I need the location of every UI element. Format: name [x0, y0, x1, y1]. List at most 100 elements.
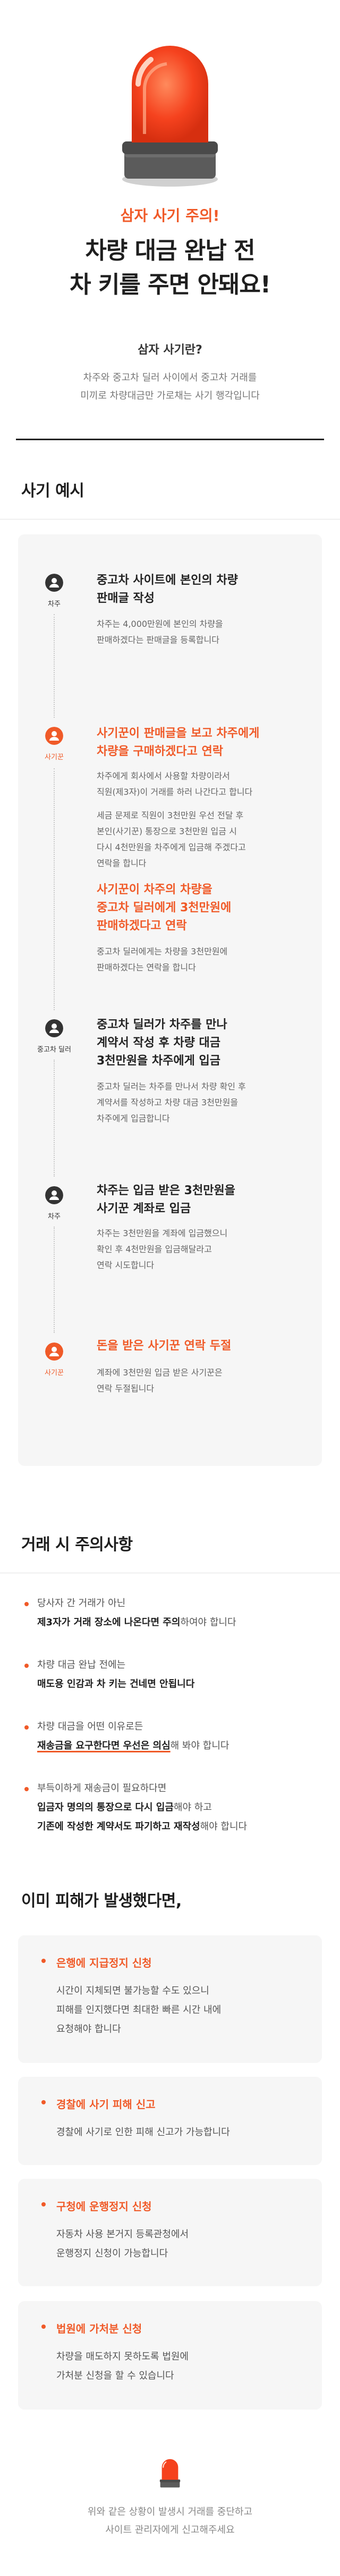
footer-line: 위와 같은 상황이 발생시 거래를 중단하고 [87, 2506, 253, 2518]
definition-answer: 차주와 중고차 딜러 사이에서 중고차 거래를 미끼로 차량대금만 가로채는 사… [0, 369, 340, 405]
caution-emphasis: 매도용 인감과 차 키는 건네면 안됩니다 [37, 1679, 195, 1690]
step-title-line: 판매글 작성 [97, 592, 155, 605]
caution-text-rest: 해야 합니다 [200, 1821, 248, 1832]
damage-item: 은행에 지급정지 신청 시간이 지체되면 불가능할 수도 있으니 피해를 인지했… [18, 1935, 322, 2063]
step-desc: 중고차 딜러는 차주를 만나서 차량 확인 후 계약서를 작성하고 차량 대금 … [97, 1079, 309, 1127]
damage-desc-line: 요청해야 합니다 [56, 2024, 121, 2035]
step-desc-line: 계좌에 3천만원 입금 받은 사기꾼은 [97, 1367, 223, 1378]
step-desc-line: 연락 두절됩니다 [97, 1383, 155, 1394]
step-title-line: 차량을 구매하겠다고 연락 [97, 745, 223, 758]
step-title-line: 중고차 사이트에 본인의 차량 [97, 574, 238, 587]
step-title-line: 중고차 딜러가 차주를 만나 [97, 1018, 227, 1031]
step-desc-line: 다시 4천만원을 차주에게 입금해 주겠다고 [97, 842, 246, 852]
actor-label: 사기꾼 [45, 1369, 64, 1377]
actor-owner: 차주 [29, 574, 80, 608]
caution-item: 차량 대금 완납 전에는 매도용 인감과 차 키는 건네면 안됩니다 [23, 1656, 326, 1694]
hero-title-line: 차 키를 주면 안돼요! [70, 271, 271, 298]
step-desc: 중고차 딜러에게는 차량을 3천만원에 판매하겠다는 연락을 합니다 [97, 944, 309, 976]
footer-line: 사이트 관리자에게 신고해주세요 [105, 2524, 235, 2536]
damage-item: 법원에 가처분 신청 차량을 매도하지 못하도록 법원에 가처분 신청을 할 수… [18, 2301, 322, 2410]
damage-item: 구청에 운행정지 신청 자동차 사용 본거지 등록관청에서 운행정지 신청이 가… [18, 2179, 322, 2286]
siren-icon [159, 2459, 181, 2488]
step-desc-line: 계약서를 작성하고 차량 대금 3천만원을 [97, 1097, 239, 1107]
caution-text: 제3자가 거래 장소에 나온다면 주의하여야 합니다 [23, 1613, 326, 1632]
step-desc-line: 본인(사기꾼) 통장으로 3천만원 입금 시 [97, 826, 237, 836]
caution-item: 부득이하게 재송금이 필요하다면 입금자 명의의 통장으로 다시 입금해야 하고… [23, 1779, 326, 1836]
step-desc-line: 확인 후 4천만원을 입금해달라고 [97, 1244, 212, 1254]
step-desc-line: 판매하겠다는 연락을 합니다 [97, 962, 196, 972]
actor-owner: 차주 [29, 1186, 80, 1221]
step-desc: 차주에게 회사에서 사용할 차량이라서 직원(제3자)이 거래를 하러 나간다고… [97, 768, 309, 800]
definition-line: 미끼로 차량대금만 가로채는 사기 행각입니다 [80, 390, 260, 401]
timeline-dots [54, 768, 55, 1010]
step-desc-line: 차주는 3천만원을 계좌에 입금했으니 [97, 1228, 228, 1238]
step-title-line: 사기꾼 계좌로 입금 [97, 1202, 191, 1215]
damage-item-desc: 경찰에 사기로 인한 피해 신고가 가능합니다 [56, 2123, 322, 2142]
damage-item-desc: 시간이 지체되면 불가능할 수도 있으니 피해를 인지했다면 최대한 빠른 시간… [56, 1982, 322, 2039]
damage-desc-line: 자동차 사용 본거지 등록관청에서 [56, 2229, 189, 2240]
hero-title: 차량 대금 완납 전 차 키를 주면 안돼요! [0, 234, 340, 302]
step-desc-line: 중고차 딜러에게는 차량을 3천만원에 [97, 946, 228, 956]
siren-icon [122, 46, 218, 187]
damage-item-title: 구청에 운행정지 신청 [41, 2198, 322, 2213]
step-title-line: 판매하겠다고 연락 [97, 919, 187, 933]
step-desc-line: 중고차 딜러는 차주를 만나서 차량 확인 후 [97, 1081, 246, 1092]
caution-text: 기존에 작성한 계약서도 파기하고 재작성해야 합니다 [23, 1817, 326, 1836]
hero-title-line: 차량 대금 완납 전 [85, 237, 255, 264]
timeline-dots [54, 1227, 55, 1333]
step-desc: 세금 문제로 직원이 3천만원 우선 전달 후 본인(사기꾼) 통장으로 3천만… [97, 808, 309, 871]
caution-emphasis: 기존에 작성한 계약서도 파기하고 재작성 [37, 1821, 200, 1832]
step-title-line: 계약서 작성 후 차량 대금 [97, 1036, 221, 1050]
damage-desc-line: 시간이 지체되면 불가능할 수도 있으니 [56, 1985, 209, 1996]
caution-text: 차량 대금 완납 전에는 [23, 1656, 326, 1675]
actor-scammer: 사기꾼 [29, 727, 80, 761]
actor-label: 사기꾼 [45, 753, 64, 761]
step-title: 중고차 사이트에 본인의 차량 판매글 작성 [97, 572, 309, 608]
example-title: 사기 예시 [21, 482, 84, 500]
step-desc-line: 연락을 합니다 [97, 858, 147, 868]
example-card: 차주 중고차 사이트에 본인의 차량 판매글 작성 차주는 4,000만원에 본… [18, 534, 322, 1466]
damage-desc-line: 피해를 인지했다면 최대한 빠른 시간 내에 [56, 2004, 222, 2016]
step-desc-line: 차주에게 입금합니다 [97, 1113, 170, 1123]
definition-box: 삼자 사기란? 차주와 중고차 딜러 사이에서 중고차 거래를 미끼로 차량대금… [0, 340, 340, 405]
caution-emphasis: 재송금을 요구한다면 우선은 의심 [37, 1740, 171, 1751]
damage-item-desc: 자동차 사용 본거지 등록관청에서 운행정지 신청이 가능합니다 [56, 2225, 322, 2263]
caution-emphasis: 제3자가 거래 장소에 나온다면 주의 [37, 1617, 181, 1628]
step-desc: 차주는 4,000만원에 본인의 차량을 판매하겠다는 판매글을 등록합니다 [97, 616, 309, 648]
hero-subtitle: 삼자 사기 주의! [120, 207, 220, 224]
damage-item: 경찰에 사기 피해 신고 경찰에 사기로 인한 피해 신고가 가능합니다 [18, 2077, 322, 2165]
caution-title: 거래 시 주의사항 [21, 1535, 133, 1554]
damage-title: 이미 피해가 발생했다면, [21, 1892, 182, 1910]
hero-section: 삼자 사기 주의! 차량 대금 완납 전 차 키를 주면 안돼요! 삼자 사기란… [0, 0, 340, 447]
damage-desc-line: 경찰에 사기로 인한 피해 신고가 가능합니다 [56, 2127, 230, 2138]
step-title: 사기꾼이 차주의 차량을 중고차 딜러에게 3천만원에 판매하겠다고 연락 [97, 881, 309, 935]
caution-text: 부득이하게 재송금이 필요하다면 [23, 1779, 326, 1798]
actor-label: 차주 [48, 600, 61, 608]
step-desc: 계좌에 3천만원 입금 받은 사기꾼은 연락 두절됩니다 [97, 1365, 309, 1397]
step-title: 중고차 딜러가 차주를 만나 계약서 작성 후 차량 대금 3천만원을 차주에게… [97, 1016, 309, 1070]
page: 삼자 사기 주의! 차량 대금 완납 전 차 키를 주면 안돼요! 삼자 사기란… [0, 0, 340, 2576]
step-desc-line: 직원(제3자)이 거래를 하러 나간다고 합니다 [97, 787, 253, 797]
person-icon [45, 1342, 63, 1361]
step-desc-line: 세금 문제로 직원이 3천만원 우선 전달 후 [97, 810, 244, 820]
step-title-line: 사기꾼이 판매글을 보고 차주에게 [97, 727, 260, 740]
damage-desc-line: 차량을 매도하지 못하도록 법원에 [56, 2351, 189, 2362]
caution-text-rest: 해야 하고 [173, 1802, 212, 1813]
step-desc-line: 판매하겠다는 판매글을 등록합니다 [97, 635, 219, 645]
damage-desc-line: 운행정지 신청이 가능합니다 [56, 2248, 168, 2259]
step-desc-line: 차주에게 회사에서 사용할 차량이라서 [97, 771, 230, 781]
step-title: 사기꾼이 판매글을 보고 차주에게 차량을 구매하겠다고 연락 [97, 725, 309, 761]
caution-text: 매도용 인감과 차 키는 건네면 안됩니다 [23, 1675, 326, 1694]
step-desc-line: 차주는 4,000만원에 본인의 차량을 [97, 619, 223, 629]
person-icon [45, 1186, 63, 1204]
actor-label: 중고차 딜러 [37, 1046, 71, 1054]
caution-text: 당사자 간 거래가 아닌 [23, 1594, 326, 1613]
damage-item-title: 법원에 가처분 신청 [41, 2320, 322, 2336]
step-title: 차주는 입금 받은 3천만원을 사기꾼 계좌로 입금 [97, 1182, 309, 1218]
actor-label: 차주 [48, 1213, 61, 1221]
definition-line: 차주와 중고차 딜러 사이에서 중고차 거래를 [83, 372, 257, 383]
caution-text-rest: 하여야 합니다 [180, 1617, 236, 1628]
step-title-line: 3천만원을 차주에게 입금 [97, 1054, 221, 1068]
caution-text: 차량 대금을 어떤 이유로든 [23, 1717, 326, 1736]
damage-item-title: 은행에 지급정지 신청 [41, 1954, 322, 1970]
